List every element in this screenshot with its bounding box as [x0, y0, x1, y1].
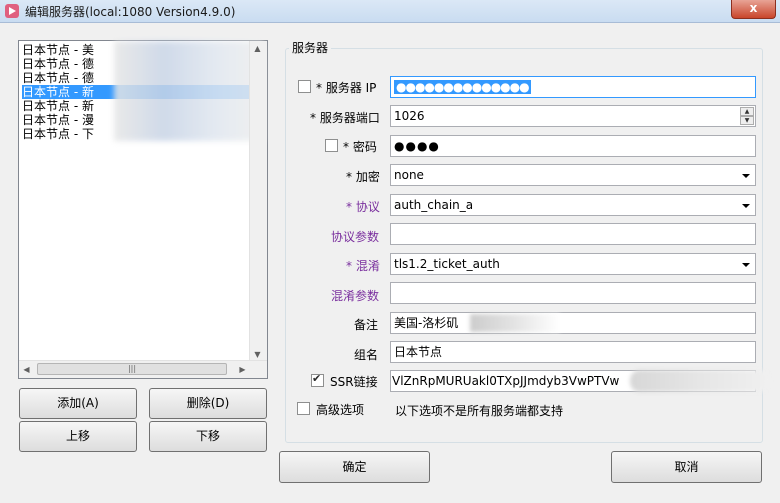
title-bar[interactable]: 编辑服务器(local:1080 Version4.9.0) x [0, 0, 780, 23]
server-list[interactable]: 日本节点 - 美 日本节点 - 德 日本节点 - 德 日本节点 - 新 日本节点… [18, 40, 268, 379]
ssr-link-label: SSR链接 [330, 375, 378, 389]
group-label: 组名 [354, 348, 379, 362]
cancel-button[interactable]: 取消 [611, 451, 762, 483]
server-group-title: 服务器 [289, 39, 332, 56]
encryption-select[interactable]: none [390, 164, 756, 186]
horizontal-scroll-thumb[interactable]: ||| [37, 363, 227, 375]
server-port-input[interactable]: 1026 ▲ ▼ [390, 105, 756, 127]
scroll-right-icon[interactable]: ▶ [235, 362, 250, 377]
protocol-param-input[interactable] [390, 223, 756, 245]
protocol-select[interactable]: auth_chain_a [390, 194, 756, 216]
password-label: * 密码 [343, 140, 377, 154]
redaction-blur [114, 41, 264, 141]
password-input[interactable]: ●●●● [390, 135, 756, 157]
obfs-param-input[interactable] [390, 282, 756, 304]
redaction-blur [630, 370, 770, 392]
protocol-label: * 协议 [346, 200, 380, 214]
remarks-input[interactable]: 美国-洛杉矶 [390, 312, 756, 334]
app-icon [5, 4, 19, 18]
show-ip-checkbox[interactable] [298, 80, 311, 93]
edit-server-window: 编辑服务器(local:1080 Version4.9.0) x 日本节点 - … [0, 0, 780, 503]
server-ip-input[interactable]: ●●●●●●●●●●●●●● [390, 76, 756, 98]
advanced-options-checkbox[interactable] [297, 402, 310, 415]
ssr-link-checkbox[interactable] [311, 372, 324, 387]
group-input[interactable]: 日本节点 [390, 341, 756, 363]
scroll-up-icon[interactable]: ▲ [250, 41, 265, 56]
move-down-button[interactable]: 下移 [149, 421, 267, 452]
add-button[interactable]: 添加(A) [19, 388, 137, 419]
remarks-label: 备注 [354, 318, 379, 332]
obfs-param-label: 混淆参数 [331, 289, 380, 303]
server-port-label: * 服务器端口 [310, 111, 380, 125]
encryption-label: * 加密 [346, 170, 380, 184]
spin-up-icon[interactable]: ▲ [740, 107, 754, 116]
horizontal-scrollbar[interactable]: ◀ ||| ▶ [19, 360, 267, 378]
move-up-button[interactable]: 上移 [19, 421, 137, 452]
redaction-blur [470, 314, 560, 332]
advanced-options-note: 以下选项不是所有服务端都支持 [395, 404, 564, 418]
show-password-checkbox[interactable] [325, 139, 338, 152]
obfs-label: * 混淆 [346, 259, 380, 273]
advanced-options-label: 高级选项 [316, 403, 365, 417]
delete-button[interactable]: 删除(D) [149, 388, 267, 419]
close-button[interactable]: x [731, 0, 776, 19]
server-ip-label: * 服务器 IP [316, 81, 377, 95]
scroll-left-icon[interactable]: ◀ [19, 362, 34, 377]
vertical-scrollbar[interactable]: ▲ ▼ [249, 41, 267, 362]
obfs-select[interactable]: tls1.2_ticket_auth [390, 253, 756, 275]
window-title: 编辑服务器(local:1080 Version4.9.0) [25, 5, 236, 19]
spin-down-icon[interactable]: ▼ [740, 116, 754, 125]
protocol-param-label: 协议参数 [331, 230, 380, 244]
ok-button[interactable]: 确定 [279, 451, 430, 483]
